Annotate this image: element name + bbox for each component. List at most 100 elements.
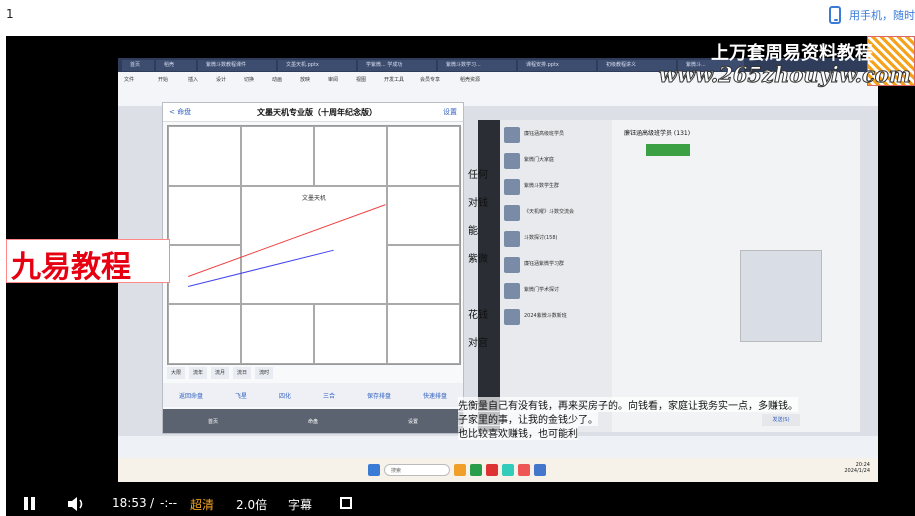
video-player[interactable]: 首页 稻壳 紫微斗数教程课件 文墨天机.pptx 学紫微... 学成功 紫微斗数… (6, 36, 915, 516)
ribbon-item: 会员专享 (420, 77, 441, 83)
chart-center: 文墨天机 (241, 186, 387, 304)
folder-icon (454, 464, 466, 476)
speed-button[interactable]: 2.0倍 (236, 496, 267, 513)
ribbon-item: 放映 (300, 77, 311, 83)
clock-date: 2024/1/24 (844, 468, 870, 474)
ribbon-item: 开始 (158, 77, 169, 83)
subtitle-button[interactable]: 字幕 (288, 496, 312, 513)
app-tab: 流年 (189, 367, 208, 379)
chat-item-name: 廉钰涵高级班学员 (524, 131, 565, 137)
app-tab: 大限 (167, 367, 186, 379)
video-taskbar: 搜索 20:24 2024/1/24 (118, 458, 878, 482)
app-icon (534, 464, 546, 476)
chat-item: 《天机曜》斗数交流会 (504, 202, 608, 224)
chat-item-name: 紫微门学术探讨 (524, 287, 560, 293)
chat-image (740, 250, 822, 342)
chart-palace (168, 304, 241, 364)
time-separator: / (150, 496, 155, 510)
video-tab: 紫微斗数教程课件 (198, 60, 276, 71)
chat-item: 紫微斗数学生群 (504, 176, 608, 198)
app-settings-button: 设置 (443, 108, 457, 116)
avatar (504, 153, 520, 169)
video-tab: 学紫微... 学成功 (358, 60, 436, 71)
chat-item: 紫微门学术探讨 (504, 280, 608, 302)
page-number: 1 (6, 7, 14, 21)
brand-banner: 九易教程 (6, 239, 170, 285)
app-header: < 命盘 文墨天机专业版（十周年纪念版） 设置 (163, 103, 463, 122)
quality-button[interactable]: 超清 (190, 496, 214, 513)
taskbar-apps: 搜索 (368, 462, 628, 478)
phone-link-label: 用手机，随时 (849, 9, 915, 22)
phone-link[interactable]: 用手机，随时 (829, 4, 915, 26)
player-controls: 18:53 / -:-- 超清 2.0倍 字幕 (6, 492, 915, 516)
chat-item: 紫微门大家庭 (504, 150, 608, 172)
chart-palace (387, 245, 460, 304)
app-nav-button: 命盘 (307, 418, 318, 425)
app-icon (502, 464, 514, 476)
top-bar: 1 用手机，随时 (0, 0, 915, 30)
app-toolbar-button: 返回命盘 (178, 392, 203, 400)
avatar (504, 309, 520, 325)
watermark-url: www.265zhouyiw.com (658, 62, 911, 88)
windows-icon (368, 464, 380, 476)
video-tab: 紫微斗数学习... (438, 60, 516, 71)
overlay-text: 对钱 (468, 198, 488, 209)
app-tabs: 大限 流年 流月 流日 流时 (167, 367, 459, 379)
chart-center-title: 文墨天机 (301, 195, 326, 202)
chat-item: 廉钰涵紫微学习群 (504, 254, 608, 276)
ribbon-item: 插入 (188, 77, 199, 83)
app-tab: 流月 (211, 367, 230, 379)
chart-palace (168, 186, 241, 245)
app-tab: 流时 (255, 367, 274, 379)
app-icon (518, 464, 530, 476)
chat-item-name: 斗数探讨(158) (524, 235, 558, 241)
phone-icon (829, 6, 841, 24)
chat-item-name: 2024紫微斗数新班 (524, 313, 567, 319)
pause-icon[interactable] (24, 497, 36, 510)
overlay-text: 能 (468, 226, 478, 237)
ribbon-item: 设计 (216, 77, 227, 83)
chat-item-name: 《天机曜》斗数交流会 (524, 209, 575, 215)
wechat-icon (470, 464, 482, 476)
avatar (504, 205, 520, 221)
chat-list: 廉钰涵高级班学员 紫微门大家庭 紫微斗数学生群 《天机曜》斗数交流会 斗数探讨(… (500, 120, 612, 432)
chat-bubble (646, 144, 690, 156)
chat-window: 廉钰涵高级班学员 紫微门大家庭 紫微斗数学生群 《天机曜》斗数交流会 斗数探讨(… (500, 120, 860, 432)
ribbon-item: 动画 (272, 77, 283, 83)
duration: -:-- (160, 496, 178, 510)
app-toolbar-button: 四化 (278, 392, 291, 400)
ribbon-item: 审阅 (328, 77, 339, 83)
chart-palace (168, 126, 241, 186)
avatar (504, 179, 520, 195)
chat-title: 廉钰涵高级班学员 (131) (624, 130, 691, 137)
chart-palace (241, 126, 314, 186)
video-tab: 首页 (122, 60, 154, 71)
overlay-text: 花钱 (468, 310, 488, 321)
chat-item: 斗数探讨(158) (504, 228, 608, 250)
app-nav-button: 设置 (407, 418, 418, 425)
avatar (504, 231, 520, 247)
fullscreen-icon[interactable] (340, 497, 352, 509)
chart-palace (314, 304, 387, 364)
ribbon-item: 稻壳资源 (460, 77, 481, 83)
chart-palace (241, 304, 314, 364)
ribbon-item: 切换 (244, 77, 255, 83)
chat-item-name: 紫微门大家庭 (524, 157, 555, 163)
chat-item-name: 廉钰涵紫微学习群 (524, 261, 565, 267)
ribbon-item: 视图 (356, 77, 367, 83)
ribbon-item: 文件 (124, 77, 135, 83)
chart-palace (387, 304, 460, 364)
app-nav: 首页 命盘 设置 (163, 409, 463, 433)
overlay-text: 也比较喜欢赚钱，也可能利 (458, 425, 578, 440)
app-back-button: < 命盘 (169, 108, 192, 116)
volume-icon[interactable] (68, 497, 86, 511)
app-toolbar: 返回命盘 飞星 四化 三合 保存排盘 快速排盘 (163, 383, 463, 407)
video-tab: 文墨天机.pptx (278, 60, 356, 71)
brand-text: 九易教程 (11, 250, 131, 285)
ziwei-chart: 文墨天机 (167, 125, 461, 365)
chat-item: 廉钰涵高级班学员 (504, 124, 608, 146)
current-time: 18:53 (112, 496, 147, 510)
app-tab: 流日 (233, 367, 252, 379)
app-toolbar-button: 保存排盘 (366, 392, 391, 400)
app-toolbar-button: 飞星 (234, 392, 247, 400)
